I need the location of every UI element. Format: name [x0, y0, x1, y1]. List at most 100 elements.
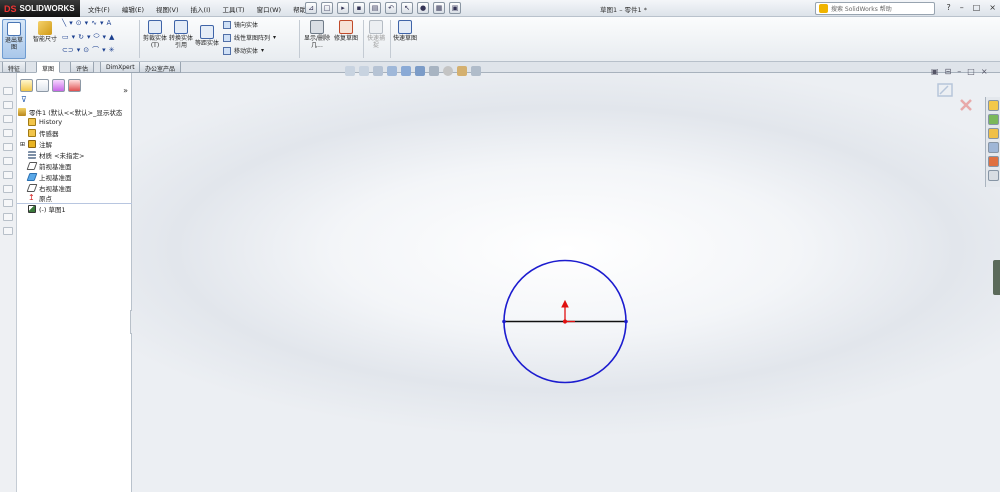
tab-office-products[interactable]: 办公室产品	[139, 62, 182, 73]
strip-tool-icon[interactable]	[3, 143, 13, 151]
smart-dimension-icon	[38, 21, 52, 35]
strip-tool-icon[interactable]	[3, 213, 13, 221]
tree-root-part[interactable]: 零件1 (默认<<默认>_显示状态	[18, 107, 122, 117]
strip-tool-icon[interactable]	[3, 115, 13, 123]
offset-entities-button[interactable]: 等距实体	[195, 25, 219, 47]
strip-tool-icon[interactable]	[3, 199, 13, 207]
tree-item-history[interactable]: History	[28, 118, 62, 126]
rectangle-icon[interactable]: ▭	[62, 33, 69, 41]
convert-entities-button[interactable]: 转换实体引用	[168, 20, 194, 49]
filter-icon[interactable]: ⊽	[21, 96, 29, 104]
new-document-icon[interactable]: □	[321, 2, 333, 14]
menu-file[interactable]: 文件(F)	[86, 3, 112, 15]
slot-icon[interactable]: ⊂⊃	[62, 46, 74, 54]
logo-text: SOLIDWORKS	[19, 4, 75, 13]
tree-item-material[interactable]: 材质 <未指定>	[28, 150, 84, 160]
plane-tool-icon[interactable]: ▲	[109, 33, 114, 41]
repair-sketch-button[interactable]: 修复草图	[334, 20, 358, 42]
undo-icon[interactable]: ↶	[385, 2, 397, 14]
strip-tool-icon[interactable]	[3, 87, 13, 95]
strip-tool-icon[interactable]	[3, 171, 13, 179]
text-icon[interactable]: A	[107, 19, 112, 27]
repair-sketch-icon	[339, 20, 353, 34]
menu-view[interactable]: 视图(V)	[154, 3, 181, 15]
tree-item-top-plane[interactable]: 上视基准面	[26, 172, 72, 182]
strip-tool-icon[interactable]	[3, 101, 13, 109]
tree-item-front-plane[interactable]: 前视基准面	[26, 161, 72, 171]
minimize-icon[interactable]: –	[960, 3, 964, 12]
strip-tool-icon[interactable]	[3, 157, 13, 165]
search-placeholder: 搜索 SolidWorks 帮助	[831, 6, 892, 13]
document-title: 草图1 – 零件1 *	[600, 6, 647, 14]
arc-icon[interactable]: ↻	[78, 33, 84, 41]
tree-item-origin[interactable]: ↥ 原点	[28, 193, 52, 204]
tree-item-right-plane[interactable]: 右视基准面	[26, 183, 72, 193]
print-icon[interactable]: ▤	[369, 2, 381, 14]
sketch-icon	[28, 205, 36, 213]
convert-entities-icon	[174, 20, 188, 34]
spline-icon[interactable]: ∿	[91, 19, 97, 27]
expand-plus-icon[interactable]: ⊞	[20, 141, 25, 148]
menu-tools[interactable]: 工具(T)	[221, 3, 247, 15]
strip-tool-icon[interactable]	[3, 185, 13, 193]
exit-sketch-button[interactable]: 退出草图	[2, 19, 26, 59]
quick-access-toolbar: ⊿ □ ▸ ▪ ▤ ↶ ↖ ● ▦ ▣	[305, 2, 461, 14]
ellipse-icon[interactable]: ⬭	[94, 32, 100, 41]
trim-entities-button[interactable]: 剪裁实体(T)	[143, 20, 167, 49]
circle-icon[interactable]: ⊙	[76, 19, 82, 27]
tab-dimxpert[interactable]: DimXpert	[100, 62, 141, 73]
line-icon[interactable]: ╲	[62, 19, 66, 27]
toolbar-separator	[139, 20, 140, 58]
solidworks-logo[interactable]: DS SOLIDWORKS	[0, 0, 80, 17]
tab-evaluate[interactable]: 评估	[70, 62, 95, 73]
display-manager-tab-icon[interactable]	[68, 79, 81, 92]
sketch-endpoint[interactable]	[502, 319, 506, 324]
menu-window[interactable]: 窗口(W)	[255, 3, 284, 15]
open-icon[interactable]: ▸	[337, 2, 349, 14]
linear-pattern-button[interactable]: 线性草图阵列 ▾	[223, 33, 276, 42]
menu-insert[interactable]: 插入(I)	[189, 3, 213, 15]
property-manager-tab-icon[interactable]	[36, 79, 49, 92]
manager-tabs: »	[17, 79, 132, 95]
search-solidworks-icon	[819, 4, 828, 13]
rapid-sketch-button[interactable]: 快速草图	[393, 20, 417, 42]
tab-sketch[interactable]: 草图	[36, 62, 61, 73]
mirror-entities-button[interactable]: 镜向实体	[223, 20, 258, 29]
move-entities-button[interactable]: 移动实体 ▾	[223, 46, 264, 55]
tab-features[interactable]: 特征	[2, 62, 27, 73]
point-icon[interactable]: ✳	[109, 46, 115, 54]
linear-pattern-label: 线性草图阵列	[234, 35, 271, 42]
chevron-right-icon[interactable]: »	[123, 86, 128, 95]
pin-icon[interactable]: ⊿	[305, 2, 317, 14]
ds-logo-mark: DS	[4, 3, 17, 14]
tree-item-sketch1[interactable]: (-) 草图1	[28, 204, 66, 214]
display-delete-relations-button[interactable]: 显示/删除几...	[302, 20, 332, 49]
polygon-icon[interactable]: ⊙	[83, 46, 89, 54]
fillet-icon[interactable]: ⌒	[92, 45, 99, 55]
move-label: 移动实体	[234, 48, 259, 55]
help-search[interactable]: 搜索 SolidWorks 帮助	[815, 2, 935, 15]
tree-item-label: 右视基准面	[39, 185, 72, 193]
file-properties-icon[interactable]: ▦	[433, 2, 445, 14]
configuration-manager-tab-icon[interactable]	[52, 79, 65, 92]
material-icon	[28, 151, 36, 159]
save-icon[interactable]: ▪	[353, 2, 365, 14]
select-icon[interactable]: ↖	[401, 2, 413, 14]
move-icon	[223, 46, 231, 55]
restore-icon[interactable]: □	[973, 3, 981, 12]
help-icon[interactable]: ?	[946, 3, 950, 12]
close-icon[interactable]: ×	[989, 3, 996, 12]
menu-edit[interactable]: 编辑(E)	[120, 3, 146, 15]
quick-snaps-button[interactable]: 快速捕捉	[366, 20, 386, 49]
strip-tool-icon[interactable]	[3, 227, 13, 235]
options-icon[interactable]: ▣	[449, 2, 461, 14]
rebuild-icon[interactable]: ●	[417, 2, 429, 14]
tree-item-sensors[interactable]: 传感器	[28, 128, 59, 138]
feature-manager-tab-icon[interactable]	[20, 79, 33, 92]
sketch-endpoint[interactable]	[624, 319, 628, 324]
tree-item-annotations[interactable]: ⊞ 注解	[20, 139, 52, 149]
smart-dimension-button[interactable]: 智能尺寸	[32, 21, 58, 43]
tree-item-label: 前视基准面	[39, 163, 72, 171]
strip-tool-icon[interactable]	[3, 129, 13, 137]
menu-bar: 文件(F) 编辑(E) 视图(V) 插入(I) 工具(T) 窗口(W) 帮助(H…	[86, 3, 318, 15]
